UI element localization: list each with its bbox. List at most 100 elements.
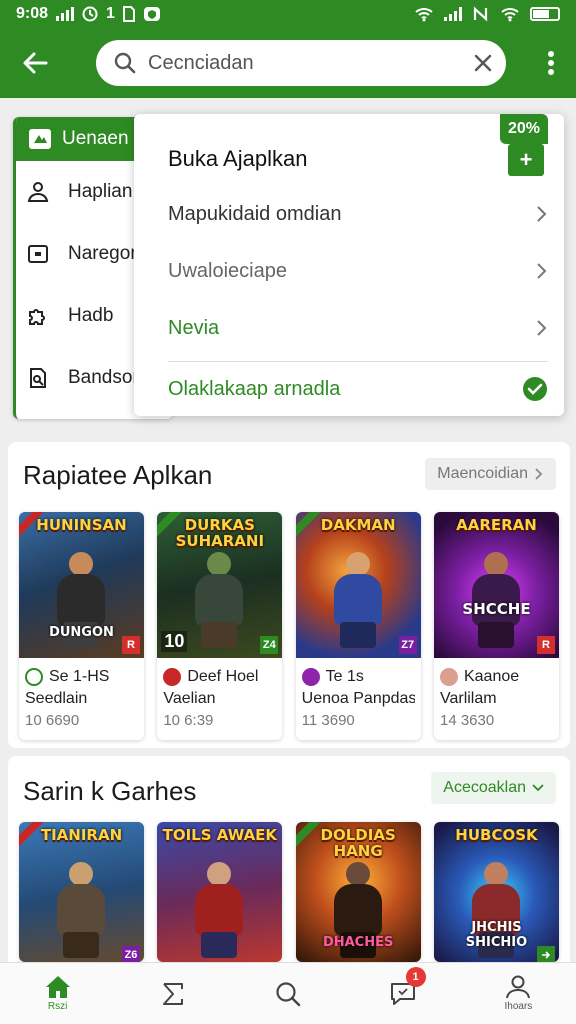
cover-tag: Z7 [398,636,417,654]
app-card[interactable]: TOILS AWAEK [157,822,283,962]
side-item-label: Haplian [68,181,133,202]
dropdown-title: Buka Ajaplkan [168,146,308,171]
more-options-button[interactable] [526,28,576,98]
app-card[interactable]: HUBCOSK JHCHIS SHICHIO [433,822,559,962]
sim-icon [122,6,135,22]
card-meta: 14 3630 [439,712,495,729]
home-icon [45,976,70,998]
card-meta: 11 3690 [301,712,355,729]
game-cover-image: HUNINSAN DUNGON R [19,512,144,658]
chevron-right-icon [537,263,547,279]
add-button[interactable]: + [508,144,544,176]
discount-badge: 20% [499,114,548,144]
wifi-icon [501,8,519,22]
developer-icon [25,668,43,686]
cover-title: TIANIRAN [40,826,123,844]
shield-icon [143,7,160,21]
nav-profile-label: Ihoars [504,1001,533,1012]
section-recommended: Rapiatee Aplkan Maencoidian HUNINSAN DUN… [8,442,570,748]
app-card[interactable]: HUNINSAN DUNGON R Se 1-HS Seedlain 10 66… [19,512,144,740]
app-card[interactable]: DOLDIAS HANG DHACHES [295,822,421,962]
card-meta: 10 6:39 [163,712,214,729]
card-line-1: Kaanoe [463,668,520,685]
dropdown-menu: Buka Ajaplkan 20% + Mapukidaid omdian Uw… [134,114,564,416]
card-line-2: Varlilam [439,690,497,707]
category-dropdown[interactable]: Acecoaklan [431,772,556,804]
dropdown-item-2[interactable]: Nevia [168,310,548,346]
back-arrow-icon [23,52,48,74]
nav-search[interactable] [230,963,345,1024]
card-line-2: Seedlain [25,690,88,707]
cover-tag: Z6 [122,946,140,962]
sigma-icon [162,982,183,1005]
battery-icon [530,7,560,21]
app-card[interactable]: DAKMAN Z7 Te 1s Uenoa Panpdas 11 3690 [295,512,421,740]
chevron-right-icon [537,206,547,222]
arrow-icon [541,951,551,959]
cover-title: DURKAS SUHARANI [175,516,265,550]
game-cover-image: DURKAS SUHARANI 10 Z4 [157,512,283,658]
app-card[interactable]: AARERAN SHCCHE R Kaanoe Varlilam 14 3630 [433,512,559,740]
cover-title: AARERAN [456,516,537,534]
app-bar [0,28,576,98]
nav-messages[interactable]: 1 [346,963,461,1024]
clear-icon[interactable] [474,54,492,72]
game-cover-image: TIANIRAN Z6 [19,822,144,962]
chevron-right-icon [537,320,547,336]
dropdown-item-1[interactable]: Uwaloieciape [168,253,548,289]
signal-icon [444,7,462,21]
search-input[interactable] [148,51,474,75]
category-icon [29,129,51,149]
category-header-label: Uenaen [62,128,129,149]
puzzle-icon [29,309,45,325]
cover-subtitle: SHCCHE [462,600,531,618]
section-title: Rapiatee Aplkan [23,460,213,490]
card-meta: 10 6690 [25,712,80,729]
cover-title: HUNINSAN [36,516,127,534]
clock-icon [82,6,98,22]
app-card[interactable]: DURKAS SUHARANI 10 Z4 Deef Hoel Vaelian … [157,512,283,740]
profile-icon [506,975,531,999]
nav-profile[interactable]: Ihoars [461,963,576,1024]
cover-tag: R [122,636,140,654]
cover-title: HUBCOSK [455,826,538,844]
card-line-1: Se 1-HS [49,668,110,685]
card-row: HUNINSAN DUNGON R Se 1-HS Seedlain 10 66… [19,512,559,740]
see-more-button[interactable]: Maencoidian [425,458,556,490]
cover-title: DOLDIAS HANG [320,826,396,860]
app-card[interactable]: TIANIRAN Z6 [19,822,144,962]
game-cover-image: DOLDIAS HANG DHACHES [295,822,421,962]
nav-home-label: Rszi [47,1001,68,1012]
side-item-label: Naregon [68,243,141,264]
dropdown-divider [168,361,548,362]
nav-home[interactable]: Rszi [0,963,115,1024]
check-circle-icon [523,377,547,401]
dropdown-item-0[interactable]: Mapukidaid omdian [168,196,548,232]
dropdown-item-selected[interactable]: Olaklakaap arnadla [168,371,548,407]
developer-icon [439,668,458,686]
game-cover-image: TOILS AWAEK [157,822,283,962]
status-time: 9:08 [16,5,49,22]
search-icon [114,52,136,74]
cover-tag: R [536,636,555,654]
cover-tag: Z4 [260,636,279,654]
notification-badge: 1 [405,967,426,987]
search-bar[interactable] [96,40,506,86]
section-title: Sarin k Garhes [23,776,197,806]
search-doc-icon [30,368,46,388]
chevron-right-icon [535,468,543,480]
nfc-icon [473,6,488,22]
side-item-label: Bandson [68,367,144,388]
nav-sigma[interactable] [115,963,230,1024]
card-line-1: Te 1s [325,668,364,685]
cover-title: TOILS AWAEK [162,826,278,844]
dropdown-item-label: Nevia [168,316,220,339]
game-cover-image: HUBCOSK JHCHIS SHICHIO [433,822,559,962]
person-icon [27,182,49,202]
back-button[interactable] [0,28,70,98]
age-rating: 10 [161,631,188,652]
section-games: Sarin k Garhes Acecoaklan TIANIRAN Z6 TO… [8,756,570,962]
game-cover-image: AARERAN SHCCHE R [433,512,559,658]
developer-icon [301,668,320,686]
dropdown-item-label: Olaklakaap arnadla [168,377,341,400]
